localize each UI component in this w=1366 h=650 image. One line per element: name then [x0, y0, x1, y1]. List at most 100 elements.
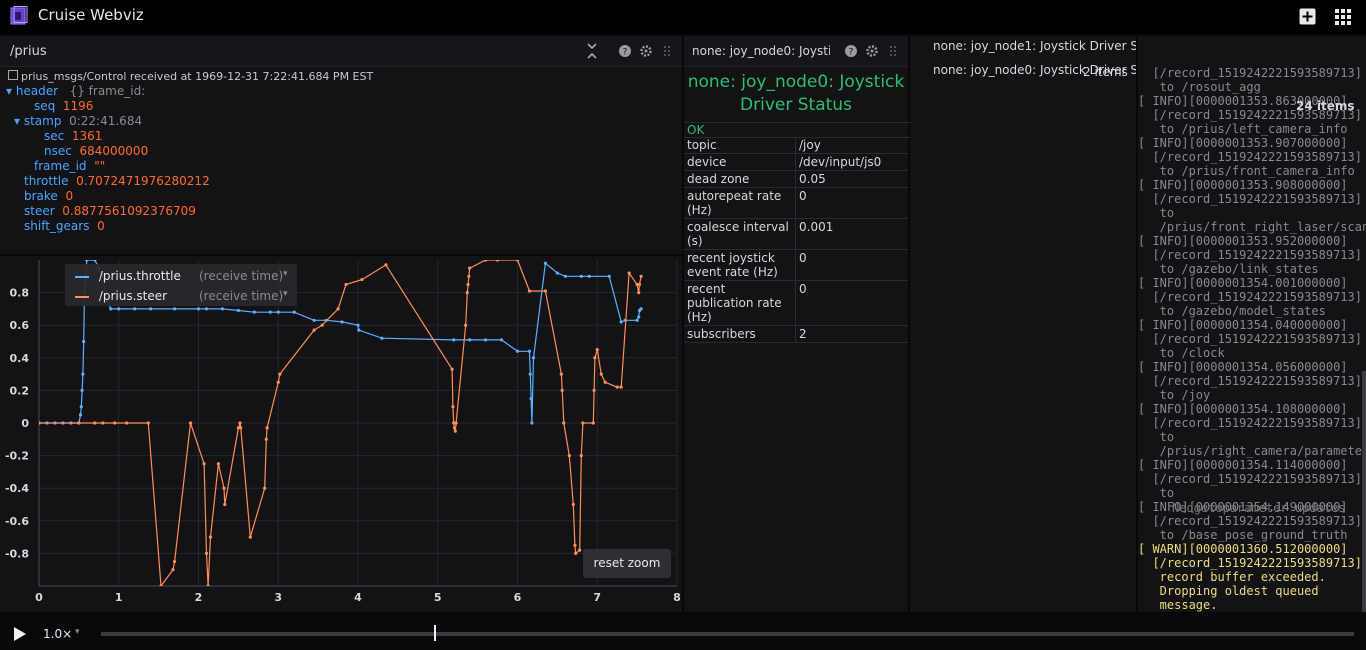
playback-scrubber[interactable] [101, 632, 1354, 636]
data-point [188, 421, 193, 425]
data-point [573, 543, 577, 547]
frame-id-key: frame_id [34, 159, 87, 173]
item-count: 2 items [1083, 65, 1128, 79]
log-warn-line: [ WARN][0000001360.512000000] [1138, 542, 1348, 556]
diagnostic-key: recent publication rate (Hz) [684, 280, 796, 326]
settings-gear-icon[interactable] [640, 45, 652, 57]
legend-swatch-throttle [75, 275, 89, 278]
log-line: [/record_1519242221593589713] [1138, 192, 1362, 206]
log-line: [ INFO][0000001353.907000000] [1138, 136, 1348, 150]
clipboard-icon[interactable] [8, 70, 18, 80]
data-point [615, 385, 619, 389]
tree-row-nsec: nsec 684000000 [6, 144, 210, 159]
data-point [265, 426, 269, 430]
x-tick-label: 5 [434, 591, 442, 604]
legend-mode-steer[interactable]: (receive time) [199, 289, 283, 303]
diagnostic-row: recent publication rate (Hz) 0 [684, 280, 908, 326]
data-point [559, 372, 563, 376]
reset-zoom-button[interactable]: reset zoom [583, 549, 671, 578]
data-point [208, 535, 213, 539]
data-point [562, 421, 566, 425]
scrubber-handle[interactable] [434, 625, 437, 641]
plot-chart[interactable]: 0 1 2 3 4 5 6 7 8 0.8 0.6 0.4 0.2 0 -0.2 -0.4 -0.6 -0.8 [0, 256, 682, 612]
log-warn-line: Dropping oldest queued [1138, 584, 1319, 598]
data-point [248, 535, 252, 539]
drag-handle-icon[interactable] [889, 45, 897, 57]
data-point [204, 307, 209, 311]
data-point [567, 454, 571, 458]
legend-label-throttle: /prius.throttle [98, 269, 181, 283]
data-point [222, 486, 226, 490]
seq-key: seq [34, 99, 56, 113]
tree-row-stamp[interactable]: ▾ stamp 0:22:41.684 [6, 114, 210, 129]
diagnostic-value: /joy [795, 137, 908, 154]
play-icon[interactable] [14, 627, 26, 641]
data-point [81, 372, 85, 376]
layout-grid-icon[interactable] [1334, 8, 1351, 25]
chevron-down-icon[interactable]: ▾ [283, 289, 288, 299]
chevron-down-icon[interactable]: ▾ [75, 627, 80, 637]
y-tick-label: -0.8 [5, 547, 29, 560]
x-tick-label: 6 [514, 591, 522, 604]
legend-mode-throttle[interactable]: (receive time) [199, 269, 283, 283]
data-point [591, 421, 595, 425]
log-line: to [1138, 430, 1175, 444]
data-point [204, 551, 209, 555]
diagnostic-key: autorepeat rate (Hz) [684, 187, 796, 219]
data-point [196, 307, 201, 311]
diagnostic-value: /dev/input/js0 [795, 153, 908, 171]
svg-text:?: ? [849, 48, 854, 58]
log-lines: [/record_1519242221593589713] to /rosout… [1138, 66, 1366, 542]
topic-input[interactable]: /prius [10, 44, 47, 59]
log-line: to [1138, 206, 1175, 220]
data-point [278, 372, 282, 376]
data-point [357, 328, 361, 332]
shift-gears-key: shift_gears [24, 219, 90, 233]
data-point [268, 310, 272, 314]
log-line: [ INFO][0000001354.001000000] [1138, 276, 1348, 290]
legend-swatch-steer [75, 295, 89, 298]
data-point [637, 315, 641, 319]
chevron-down-icon[interactable]: ▾ [283, 269, 288, 279]
data-point [263, 486, 267, 490]
playback-speed-select[interactable]: 1.0× [43, 627, 72, 641]
data-point [528, 372, 532, 376]
data-point [595, 348, 599, 352]
data-point [159, 584, 163, 586]
log-line: [/record_1519242221593589713] [1138, 248, 1362, 262]
seq-value: 1196 [62, 99, 94, 113]
data-point [464, 323, 468, 327]
data-point [109, 307, 113, 311]
data-point [484, 338, 488, 342]
data-point [452, 338, 456, 342]
data-point [592, 388, 596, 392]
diagnostic-row: subscribers 2 [684, 325, 908, 343]
legend-row-throttle[interactable]: /prius.throttle (receive time) ▾ [75, 269, 295, 285]
tree-row-header[interactable]: ▾ header {} frame_id: [6, 84, 210, 99]
data-point [499, 338, 504, 342]
drag-handle-icon[interactable] [663, 45, 671, 57]
diagnostic-list-panel: none: joy_node1: Joystick Driver Sta non… [910, 36, 1136, 612]
log-scrollbar[interactable] [1362, 371, 1366, 612]
data-point [603, 380, 607, 384]
plot-panel[interactable]: 0 1 2 3 4 5 6 7 8 0.8 0.6 0.4 0.2 0 -0.2 -0.4 -0.6 -0.8 /… [0, 256, 682, 612]
collapse-icon[interactable] [586, 42, 598, 60]
tree-row-steer: steer 0.8877561092376709 [6, 204, 210, 219]
diagnostic-row: dead zone 0.05 [684, 170, 908, 188]
settings-gear-icon[interactable] [866, 45, 878, 57]
add-panel-icon[interactable] [1299, 8, 1316, 25]
help-icon[interactable]: ? [845, 45, 857, 57]
legend-row-steer[interactable]: /prius.steer (receive time) ▾ [75, 289, 295, 305]
data-point [202, 462, 206, 466]
help-icon[interactable]: ? [619, 45, 631, 57]
panel-toolbar [0, 36, 682, 67]
header-key: header [15, 84, 59, 98]
y-tick-label: -0.2 [5, 450, 29, 463]
data-point [527, 289, 532, 293]
x-tick-label: 0 [35, 591, 43, 604]
data-point [117, 307, 121, 311]
diagnostic-list-item[interactable]: none: joy_node1: Joystick Driver Sta [933, 39, 1136, 53]
panel-title[interactable]: none: joy_node0: Joystick [692, 44, 830, 58]
log-item-count: 24 items [1296, 99, 1355, 113]
data-point [101, 421, 105, 425]
